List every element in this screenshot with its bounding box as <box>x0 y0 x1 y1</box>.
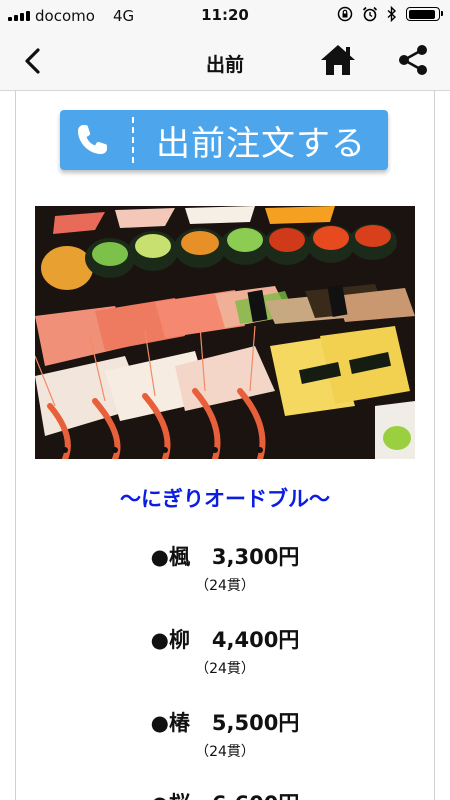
phone-icon <box>78 125 107 154</box>
menu-item-pieces: （24貫） <box>195 578 255 594</box>
delivery-order-button[interactable]: 出前注文する <box>60 110 388 170</box>
menu-item-name: ●椿 <box>150 711 190 735</box>
menu-item-price: 3,300円 <box>211 545 300 569</box>
orientation-lock-icon <box>337 6 353 22</box>
menu-item: ●柳 4,400円 （24貫） <box>16 624 434 678</box>
menu-item-line: ●椿 5,500円 <box>16 707 434 737</box>
sushi-platter-photo <box>35 206 415 459</box>
home-icon[interactable] <box>320 43 356 77</box>
menu-item-name: ●桜 <box>151 792 190 800</box>
menu-item-name: ●楓 <box>150 545 190 569</box>
status-bar: docomo 4G 11:20 <box>0 0 450 32</box>
menu-item: ●桜 6,600円 <box>16 788 434 800</box>
page-title: 出前 <box>205 54 244 76</box>
button-divider <box>132 117 134 163</box>
menu-item: ●楓 3,300円 （24貫） <box>16 541 434 595</box>
navigation-bar: 出前 <box>0 32 450 91</box>
share-icon[interactable] <box>396 43 430 77</box>
menu-item-pieces: （24貫） <box>195 744 255 760</box>
alarm-icon <box>362 6 378 22</box>
menu-item-line: ●柳 4,400円 <box>16 624 434 654</box>
menu-item: ●椿 5,500円 （24貫） <box>16 707 434 761</box>
status-icons <box>337 6 443 22</box>
menu-item-price: 6,600円 <box>212 792 299 800</box>
menu-item-name: ●柳 <box>150 628 190 652</box>
menu-item-price: 5,500円 <box>211 711 300 735</box>
menu-heading: 〜にぎりオードブル〜 <box>120 487 330 511</box>
order-button-label: 出前注文する <box>156 124 366 164</box>
page-content: 出前注文する 〜にぎりオードブル〜 ●楓 3,300円 （24貫） ●柳 4,4… <box>15 91 435 800</box>
menu-item-price: 4,400円 <box>211 628 300 652</box>
menu-item-line: ●桜 6,600円 <box>16 788 434 800</box>
bluetooth-icon <box>387 6 397 22</box>
menu-item-line: ●楓 3,300円 <box>16 541 434 571</box>
menu-item-pieces: （24貫） <box>195 661 255 677</box>
battery-icon <box>406 7 443 21</box>
